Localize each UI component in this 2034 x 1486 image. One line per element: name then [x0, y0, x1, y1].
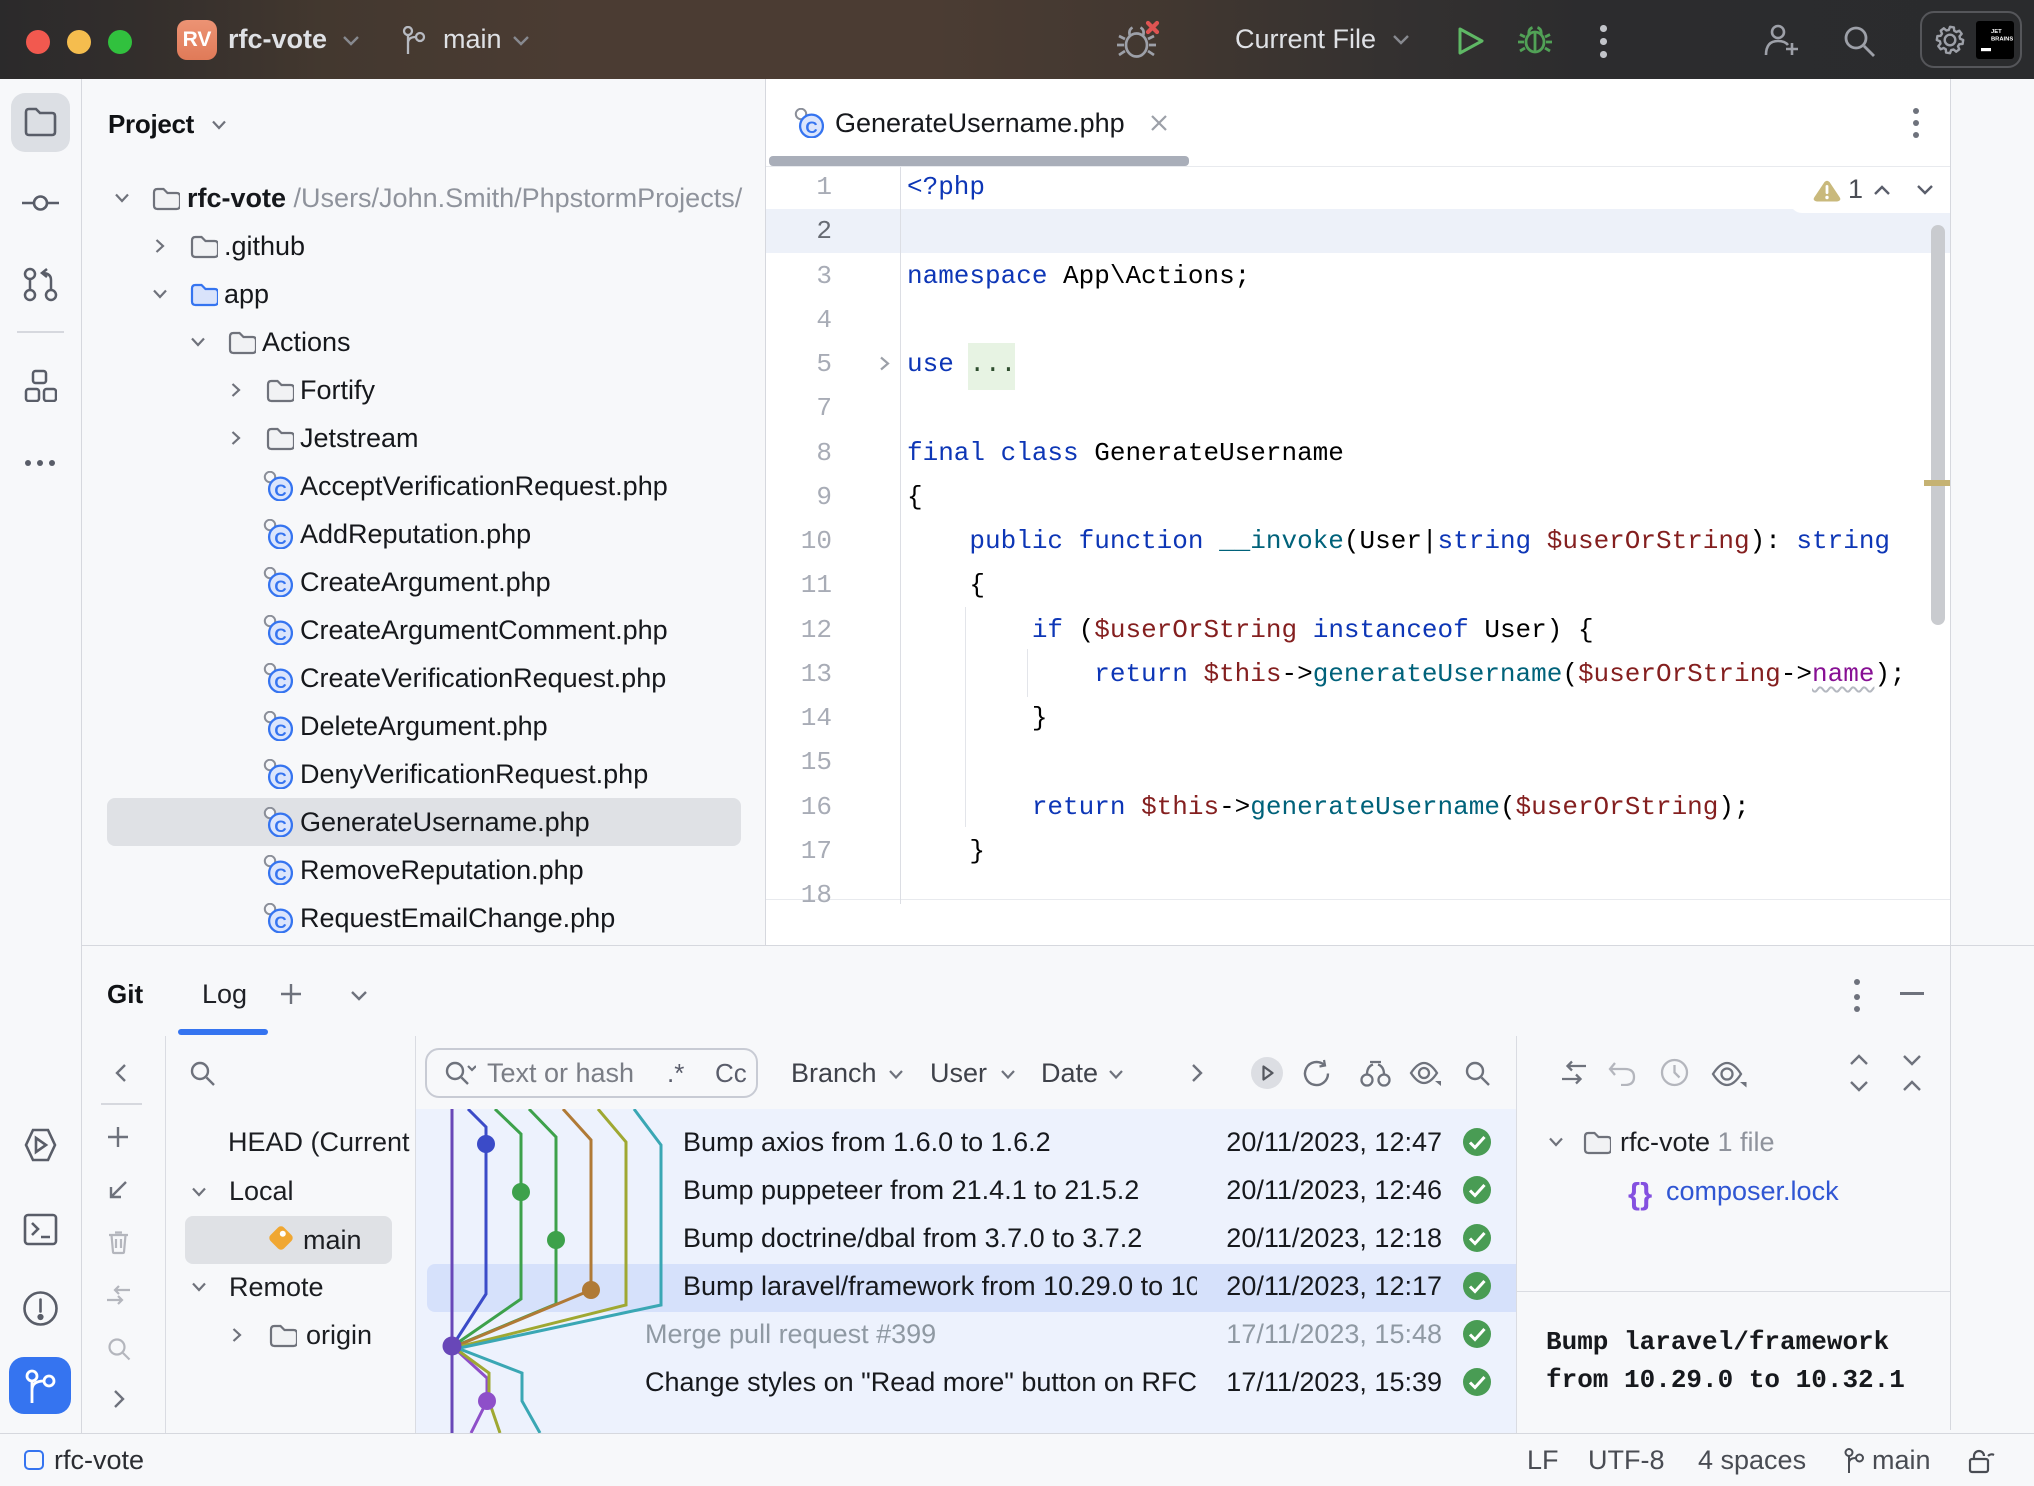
svg-text:C: C: [274, 577, 286, 596]
svg-text:C: C: [805, 118, 817, 137]
svg-text:BRAINS: BRAINS: [1991, 37, 2013, 43]
svg-text:C: C: [274, 721, 286, 740]
svg-text:C: C: [274, 865, 286, 884]
svg-text:JET: JET: [1991, 29, 2002, 35]
svg-text:C: C: [274, 673, 286, 692]
svg-text:C: C: [274, 913, 286, 932]
svg-text:C: C: [274, 481, 286, 500]
svg-text:C: C: [274, 625, 286, 644]
svg-text:C: C: [274, 529, 286, 548]
svg-text:C: C: [274, 769, 286, 788]
svg-text:C: C: [274, 817, 286, 836]
